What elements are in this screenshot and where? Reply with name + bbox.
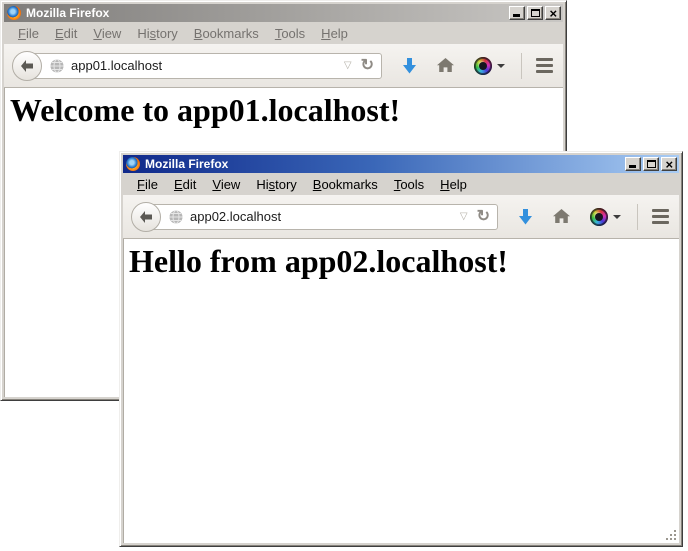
menu-file[interactable]: File — [10, 26, 47, 41]
close-icon: × — [665, 159, 673, 170]
dropdown-caret-icon — [497, 64, 505, 68]
url-text: app01.localhost — [71, 58, 340, 73]
firefox-logo-icon — [126, 157, 140, 171]
menu-tools[interactable]: Tools — [267, 26, 313, 41]
page-content: Hello from app02.localhost! — [123, 239, 679, 543]
home-button[interactable] — [553, 209, 570, 224]
back-icon — [138, 210, 154, 224]
minimize-button[interactable] — [509, 6, 525, 20]
reload-icon[interactable]: ↻ — [361, 58, 374, 74]
globe-icon — [50, 59, 64, 73]
home-icon — [553, 209, 570, 224]
title-bar[interactable]: Mozilla Firefox × — [4, 4, 563, 22]
navigation-toolbar: app01.localhost ▽ ↻ — [4, 44, 563, 88]
url-input[interactable]: app01.localhost ▽ ↻ — [26, 53, 382, 79]
firefox-logo-icon — [7, 6, 21, 20]
menu-icon — [652, 209, 669, 212]
menu-button[interactable] — [652, 209, 669, 224]
menu-edit[interactable]: Edit — [166, 177, 204, 192]
url-dropdown-icon[interactable]: ▽ — [344, 60, 352, 71]
menu-bar: File Edit View History Bookmarks Tools H… — [123, 173, 679, 195]
url-text: app02.localhost — [190, 209, 456, 224]
menu-bookmarks[interactable]: Bookmarks — [186, 26, 267, 41]
toolbar-separator — [637, 204, 638, 230]
menu-bar: File Edit View History Bookmarks Tools H… — [4, 22, 563, 44]
close-icon: × — [549, 8, 557, 19]
menu-button[interactable] — [536, 58, 553, 73]
color-wheel-button[interactable] — [474, 57, 505, 75]
download-button[interactable] — [402, 58, 417, 74]
close-button[interactable]: × — [545, 6, 561, 20]
maximize-button[interactable] — [643, 157, 659, 171]
menu-file[interactable]: File — [129, 177, 166, 192]
menu-help[interactable]: Help — [432, 177, 475, 192]
home-icon — [437, 58, 454, 73]
download-button[interactable] — [518, 209, 533, 225]
download-icon — [402, 58, 417, 74]
menu-bookmarks[interactable]: Bookmarks — [305, 177, 386, 192]
menu-edit[interactable]: Edit — [47, 26, 85, 41]
resize-grip[interactable] — [665, 529, 678, 542]
browser-window-app02: Mozilla Firefox × File Edit View History… — [119, 151, 683, 547]
menu-icon — [536, 58, 553, 61]
color-wheel-icon — [474, 57, 492, 75]
maximize-button[interactable] — [527, 6, 543, 20]
window-controls: × — [623, 157, 677, 171]
url-dropdown-icon[interactable]: ▽ — [460, 211, 468, 222]
home-button[interactable] — [437, 58, 454, 73]
back-button[interactable] — [131, 202, 161, 232]
url-input[interactable]: app02.localhost ▽ ↻ — [145, 204, 498, 230]
minimize-icon — [513, 14, 520, 17]
color-wheel-button[interactable] — [590, 208, 621, 226]
minimize-icon — [629, 165, 636, 168]
close-button[interactable]: × — [661, 157, 677, 171]
page-heading: Hello from app02.localhost! — [129, 243, 679, 280]
maximize-icon — [647, 160, 656, 168]
maximize-icon — [531, 9, 540, 17]
globe-icon — [169, 210, 183, 224]
title-bar[interactable]: Mozilla Firefox × — [123, 155, 679, 173]
menu-view[interactable]: View — [204, 177, 248, 192]
back-button[interactable] — [12, 51, 42, 81]
menu-tools[interactable]: Tools — [386, 177, 432, 192]
minimize-button[interactable] — [625, 157, 641, 171]
color-wheel-icon — [590, 208, 608, 226]
download-icon — [518, 209, 533, 225]
window-title: Mozilla Firefox — [26, 6, 507, 20]
dropdown-caret-icon — [613, 215, 621, 219]
page-heading: Welcome to app01.localhost! — [10, 92, 563, 129]
back-icon — [19, 59, 35, 73]
toolbar-separator — [521, 53, 522, 79]
reload-icon[interactable]: ↻ — [477, 209, 490, 225]
menu-history[interactable]: History — [248, 177, 304, 192]
menu-history[interactable]: History — [129, 26, 185, 41]
window-title: Mozilla Firefox — [145, 157, 623, 171]
window-controls: × — [507, 6, 561, 20]
menu-help[interactable]: Help — [313, 26, 356, 41]
navigation-toolbar: app02.localhost ▽ ↻ — [123, 195, 679, 239]
menu-view[interactable]: View — [85, 26, 129, 41]
